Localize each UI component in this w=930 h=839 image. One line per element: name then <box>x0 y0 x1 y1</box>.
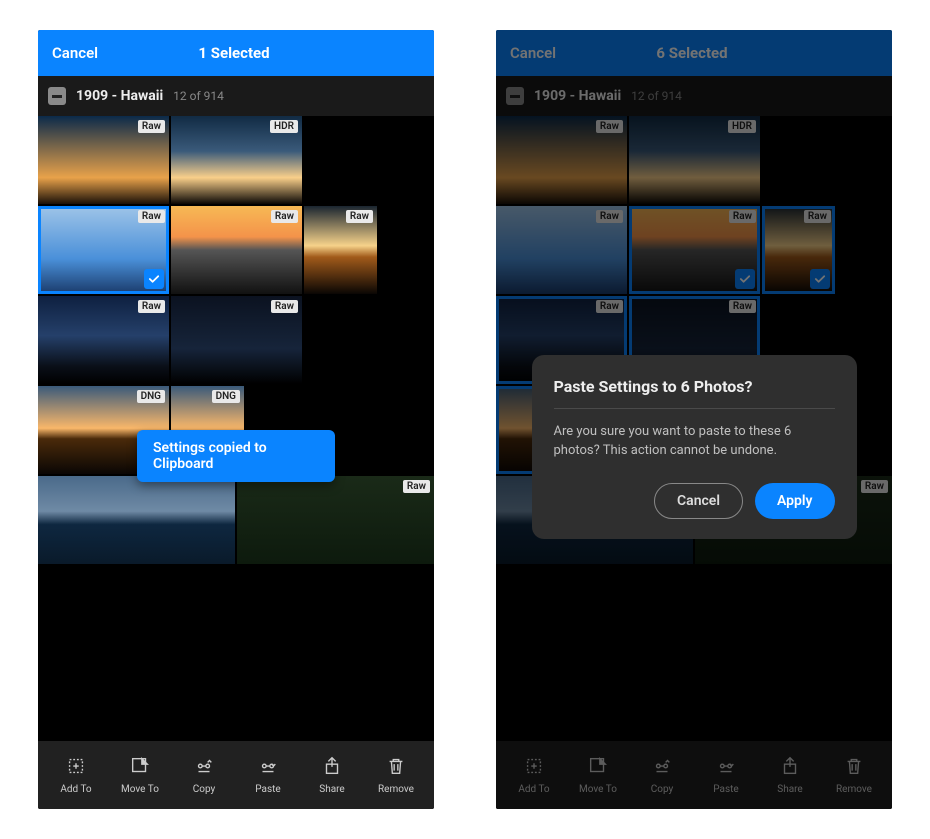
album-checkbox-icon[interactable] <box>48 87 66 105</box>
share-button[interactable]: Share <box>303 755 361 795</box>
format-badge: HDR <box>270 120 298 133</box>
tool-label: Share <box>319 784 344 795</box>
format-badge: Raw <box>138 300 165 313</box>
dialog-body: Are you sure you want to paste to these … <box>554 423 835 461</box>
format-badge: Raw <box>138 210 165 223</box>
phone-right: Cancel 6 Selected 1909 - Hawaii 12 of 91… <box>496 30 892 809</box>
photo-thumbnail[interactable]: Raw <box>171 206 302 294</box>
addto-icon <box>65 755 87 780</box>
format-badge: Raw <box>271 300 298 313</box>
clipboard-toast: Settings copied to Clipboard <box>137 430 335 482</box>
moveto-button[interactable]: Move To <box>111 755 169 795</box>
format-badge: Raw <box>403 480 430 493</box>
paste-icon <box>257 755 279 780</box>
photo-thumbnail[interactable]: HDR <box>171 116 302 204</box>
photo-grid: Raw HDR Raw Raw Raw Raw Raw DNG DNG Raw <box>38 116 434 741</box>
paste-settings-dialog: Paste Settings to 6 Photos? Are you sure… <box>532 355 857 539</box>
photo-thumbnail[interactable] <box>38 476 235 564</box>
remove-button[interactable]: Remove <box>367 755 425 795</box>
copy-icon <box>193 755 215 780</box>
dialog-apply-button[interactable]: Apply <box>755 483 835 519</box>
album-count: 12 of 914 <box>173 89 224 103</box>
format-badge: Raw <box>346 210 373 223</box>
photo-thumbnail[interactable]: Raw <box>237 476 434 564</box>
modal-overlay: Paste Settings to 6 Photos? Are you sure… <box>496 30 892 809</box>
album-name: 1909 - Hawaii <box>76 88 163 104</box>
format-badge: Raw <box>271 210 298 223</box>
format-badge: Raw <box>138 120 165 133</box>
phone-left: Cancel 1 Selected 1909 - Hawaii 12 of 91… <box>38 30 434 809</box>
tool-label: Copy <box>193 784 216 795</box>
selection-header: Cancel 1 Selected <box>38 30 434 76</box>
share-icon <box>321 755 343 780</box>
selection-count: 1 Selected <box>98 44 370 62</box>
bottom-toolbar: Add To Move To Copy Paste Share Remove <box>38 741 434 809</box>
photo-thumbnail[interactable]: Raw <box>171 296 302 384</box>
dialog-cancel-button[interactable]: Cancel <box>654 483 743 519</box>
photo-thumbnail[interactable]: Raw <box>38 296 169 384</box>
copy-button[interactable]: Copy <box>175 755 233 795</box>
cancel-button[interactable]: Cancel <box>52 44 98 62</box>
selection-check-icon <box>144 269 164 289</box>
format-badge: DNG <box>212 390 240 403</box>
photo-thumbnail[interactable]: Raw <box>38 116 169 204</box>
photo-thumbnail[interactable]: Raw <box>38 206 169 294</box>
moveto-icon <box>129 755 151 780</box>
tool-label: Add To <box>60 784 91 795</box>
photo-thumbnail[interactable]: Raw <box>304 206 377 294</box>
tool-label: Remove <box>378 784 414 795</box>
dialog-title: Paste Settings to 6 Photos? <box>554 377 835 396</box>
album-header[interactable]: 1909 - Hawaii 12 of 914 <box>38 76 434 116</box>
addto-button[interactable]: Add To <box>47 755 105 795</box>
format-badge: DNG <box>137 390 165 403</box>
paste-button[interactable]: Paste <box>239 755 297 795</box>
remove-icon <box>385 755 407 780</box>
tool-label: Move To <box>121 784 159 795</box>
tool-label: Paste <box>255 784 280 795</box>
